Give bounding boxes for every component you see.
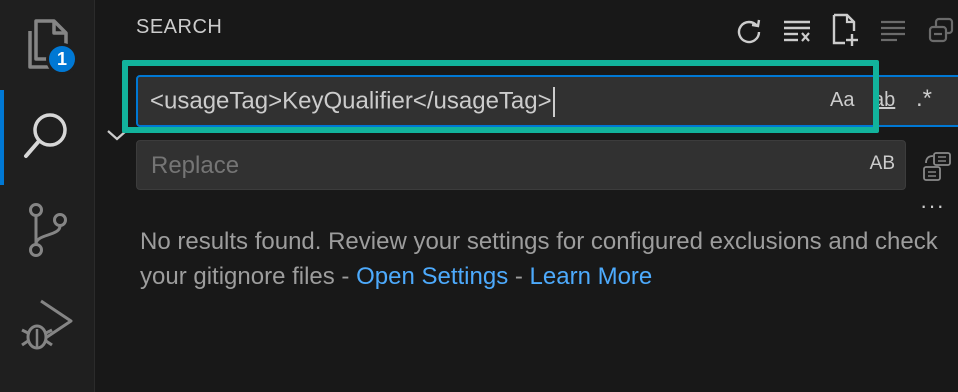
clear-results-icon (784, 20, 810, 42)
title-actions (725, 12, 958, 48)
open-settings-link[interactable]: Open Settings (356, 263, 508, 290)
replace-input[interactable] (149, 151, 853, 181)
search-icon (24, 113, 67, 158)
learn-more-link[interactable]: Learn More (530, 263, 653, 290)
link-separator: - (508, 263, 530, 290)
explorer-badge: 1 (46, 43, 78, 75)
collapse-all-icon (881, 20, 905, 42)
view-as-tree-icon (928, 17, 954, 43)
run-debug-button[interactable] (0, 280, 94, 370)
highlight-frame (122, 60, 879, 133)
search-sidebar: SEARCH <usageTag>KeyQualifier</usageTag>… (95, 0, 958, 392)
collapse-all-button[interactable] (869, 12, 917, 48)
activity-bar: 1 (0, 0, 95, 392)
refresh-button[interactable] (725, 12, 773, 48)
new-search-editor-button[interactable] (821, 12, 869, 48)
view-as-tree-button[interactable] (917, 12, 958, 48)
new-search-editor-icon (832, 13, 858, 46)
replace-all-icon (923, 152, 951, 181)
run-debug-icon (21, 299, 73, 350)
clear-results-button[interactable] (773, 12, 821, 48)
preserve-case-toggle[interactable]: AB (870, 153, 895, 175)
refresh-icon (737, 19, 761, 44)
use-regex-toggle[interactable]: .* (916, 85, 932, 113)
source-control-icon (29, 203, 67, 257)
source-control-button[interactable] (0, 185, 94, 275)
explorer-button[interactable] (0, 0, 94, 90)
no-results-message: No results found. Review your settings f… (140, 224, 940, 294)
panel-title: SEARCH (136, 16, 223, 38)
more-actions-button[interactable]: ··· (920, 193, 945, 219)
search-button[interactable] (0, 90, 94, 180)
replace-input-box[interactable]: AB (136, 140, 906, 190)
replace-all-button[interactable] (922, 150, 952, 184)
